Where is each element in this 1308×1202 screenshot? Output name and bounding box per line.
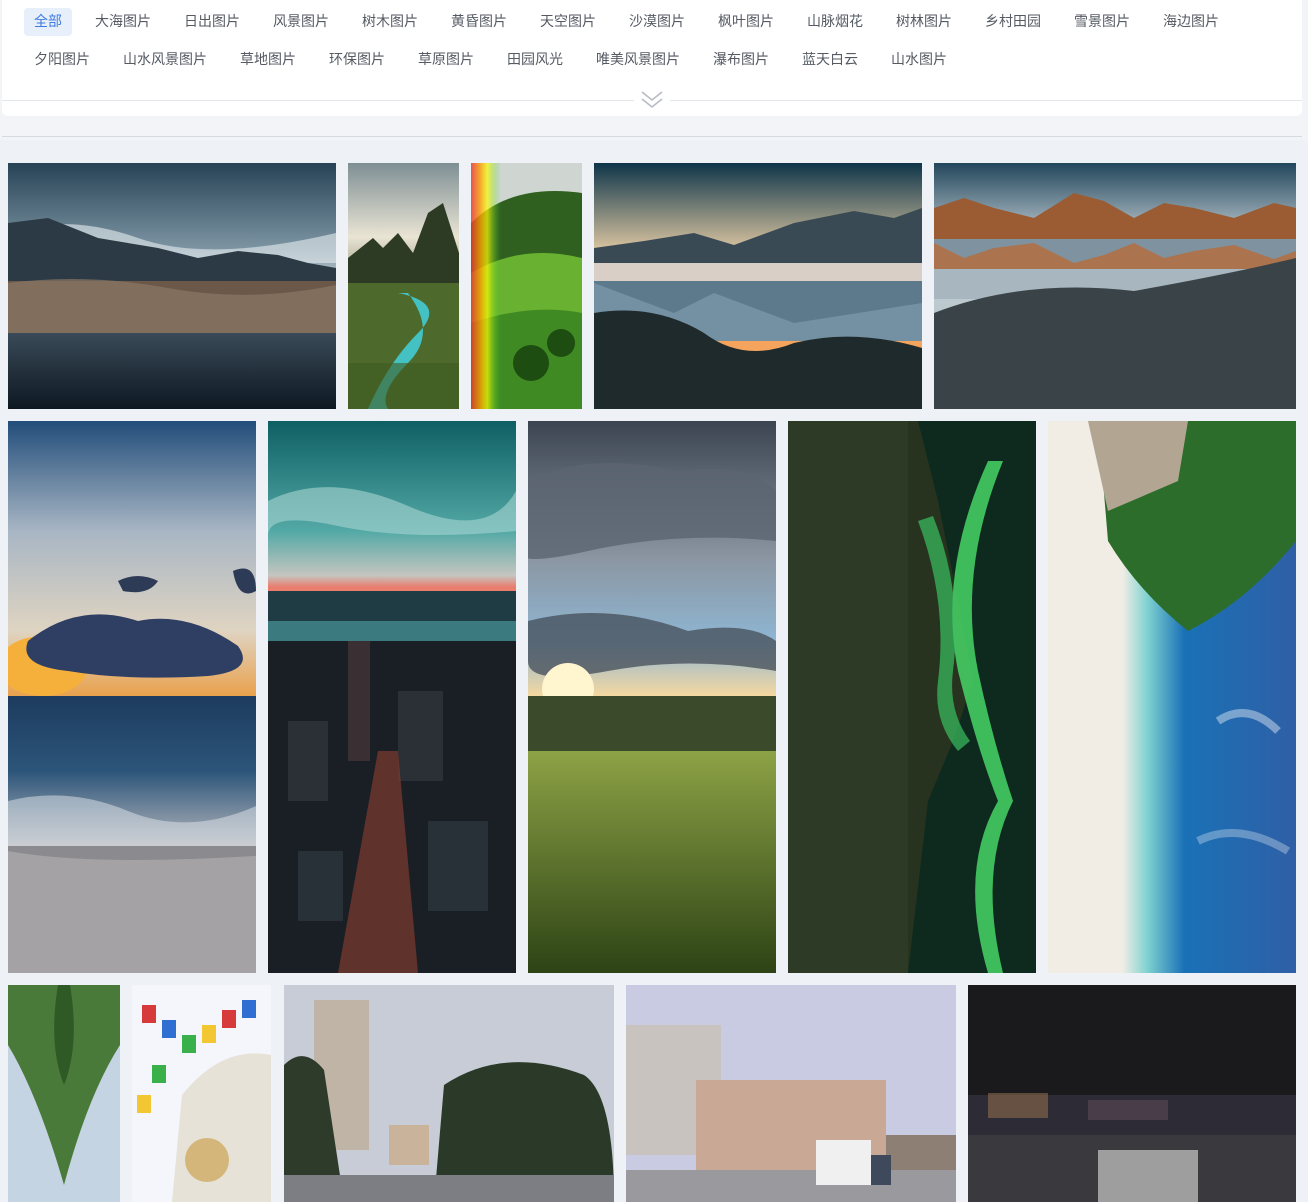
category-tag-trees[interactable]: 树木图片 xyxy=(352,8,428,36)
gallery-image-rainbow-hills[interactable] xyxy=(471,163,582,409)
category-tag-sunrise[interactable]: 日出图片 xyxy=(174,8,250,36)
category-tag-pastoral[interactable]: 田园风光 xyxy=(497,46,573,74)
category-row-2: 夕阳图片 山水风景图片 草地图片 环保图片 草原图片 田园风光 唯美风景图片 瀑… xyxy=(24,46,970,74)
category-tag-sunset[interactable]: 夕阳图片 xyxy=(24,46,100,74)
gallery-image-mountain-lake[interactable] xyxy=(594,163,922,409)
category-tag-dusk[interactable]: 黄昏图片 xyxy=(441,8,517,36)
category-row-1: 全部 大海图片 日出图片 风景图片 树木图片 黄昏图片 天空图片 沙漠图片 枫叶… xyxy=(24,8,1242,36)
gallery-image-prayer-flags[interactable] xyxy=(132,985,271,1202)
gallery-image-ocean-sunset[interactable] xyxy=(8,421,256,973)
category-tag-snow[interactable]: 雪景图片 xyxy=(1064,8,1140,36)
category-tag-desert[interactable]: 沙漠图片 xyxy=(619,8,695,36)
gallery-image-orange-peaks[interactable] xyxy=(934,163,1296,409)
category-tag-all[interactable]: 全部 xyxy=(24,8,72,36)
category-tag-woods[interactable]: 树林图片 xyxy=(886,8,962,36)
category-tag-sky[interactable]: 天空图片 xyxy=(530,8,606,36)
category-tag-beautiful-scenery[interactable]: 唯美风景图片 xyxy=(586,46,690,74)
gallery-image-aurora[interactable] xyxy=(788,421,1036,973)
gallery-image-tower-street[interactable] xyxy=(284,985,614,1202)
category-tag-mountain-fireworks[interactable]: 山脉烟花 xyxy=(797,8,873,36)
category-tag-seaside[interactable]: 海边图片 xyxy=(1153,8,1229,36)
category-tag-mountain-water[interactable]: 山水图片 xyxy=(881,46,957,74)
gallery-image-lake-reeds[interactable] xyxy=(8,163,336,409)
gallery-image-building-truck[interactable] xyxy=(626,985,956,1202)
category-tag-lawn[interactable]: 草地图片 xyxy=(230,46,306,74)
category-tag-landscape[interactable]: 山水风景图片 xyxy=(113,46,217,74)
image-gallery xyxy=(0,140,1308,1202)
gallery-image-city-aerial[interactable] xyxy=(268,421,516,973)
gallery-image-mirrored-forest[interactable] xyxy=(8,985,120,1202)
page-divider xyxy=(2,136,1302,137)
gallery-image-river-valley[interactable] xyxy=(348,163,459,409)
expand-categories-button[interactable] xyxy=(638,88,666,112)
category-tag-countryside[interactable]: 乡村田园 xyxy=(975,8,1051,36)
gallery-image-tropical-beach[interactable] xyxy=(1048,421,1296,973)
category-tag-sea[interactable]: 大海图片 xyxy=(85,8,161,36)
category-tag-maple[interactable]: 枫叶图片 xyxy=(708,8,784,36)
category-tag-waterfall[interactable]: 瀑布图片 xyxy=(703,46,779,74)
category-tag-eco[interactable]: 环保图片 xyxy=(319,46,395,74)
expand-divider-right xyxy=(670,100,1302,101)
expand-divider-left xyxy=(2,100,634,101)
gallery-image-wheat-field[interactable] xyxy=(528,421,776,973)
double-chevron-down-icon xyxy=(641,91,663,109)
category-filter-panel: 全部 大海图片 日出图片 风景图片 树木图片 黄昏图片 天空图片 沙漠图片 枫叶… xyxy=(2,0,1302,116)
gallery-image-city-night[interactable] xyxy=(968,985,1296,1202)
category-tag-blue-sky[interactable]: 蓝天白云 xyxy=(792,46,868,74)
category-tag-scenery[interactable]: 风景图片 xyxy=(263,8,339,36)
category-tag-grassland[interactable]: 草原图片 xyxy=(408,46,484,74)
